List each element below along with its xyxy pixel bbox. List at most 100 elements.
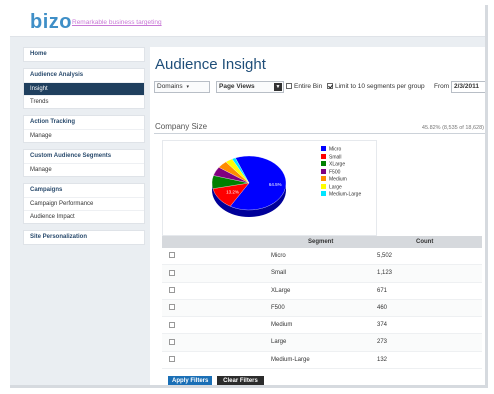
count-cell: 460	[377, 304, 388, 311]
sidebar-nav: Home Audience Analysis Insight Trends Action…	[23, 47, 145, 251]
legend-item: Micro	[321, 146, 361, 154]
sidebar-item-audience-impact[interactable]: Audience Impact	[24, 210, 144, 223]
sidebar-item-custom-audience-segments[interactable]: Custom Audience Segments	[24, 150, 144, 163]
table-row[interactable]: Small 1,123	[162, 265, 482, 283]
table-row[interactable]: Micro 5,502	[162, 248, 482, 266]
pie-chart: 64.5% 13.2%	[211, 155, 287, 217]
legend-swatch	[321, 146, 326, 151]
table-row[interactable]: Medium-Large 132	[162, 352, 482, 370]
sidebar-item-manage[interactable]: Manage	[24, 163, 144, 176]
section-summary: 45.82% (8,535 of 18,628)	[421, 125, 484, 131]
legend-label: Micro	[329, 146, 342, 153]
segment-table: Segment Count Micro 5,502 Small 1,123 XLarge…	[162, 236, 482, 370]
sidebar-item-campaign-performance[interactable]: Campaign Performance	[24, 197, 144, 210]
row-checkbox[interactable]	[169, 248, 175, 265]
legend-label: F500	[329, 169, 341, 175]
section-divider	[154, 133, 485, 134]
sidebar-item-manage[interactable]: Manage	[24, 129, 144, 142]
bizo-logo[interactable]: bizo	[30, 11, 72, 34]
from-date-input[interactable]: 2/3/2011	[451, 81, 485, 93]
sidebar-group: Custom Audience Segments Manage	[23, 149, 145, 177]
sidebar-group: Campaigns Campaign Performance Audience Im…	[23, 183, 145, 224]
legend-item: F500	[321, 168, 361, 177]
legend-item: XLarge	[321, 161, 361, 169]
count-cell: 374	[377, 322, 388, 329]
company-size-chart: 64.5% 13.2% Micro Small XLarge F500 Medium Lar…	[162, 140, 377, 236]
row-checkbox[interactable]	[169, 283, 175, 300]
sidebar-item-campaigns[interactable]: Campaigns	[24, 184, 144, 197]
sidebar-item-action-tracking[interactable]: Action Tracking	[24, 116, 144, 129]
table-body: Micro 5,502 Small 1,123 XLarge 671 F500 460 Medi…	[162, 248, 482, 370]
segment-cell: Micro	[271, 253, 286, 259]
legend-item: Small	[321, 153, 361, 162]
sidebar-group: Action Tracking Manage	[23, 115, 145, 143]
segment-cell: Medium-Large	[271, 356, 310, 363]
limit-segments-label: Limit to 10 segments per group	[335, 83, 425, 90]
count-cell: 132	[377, 356, 388, 363]
count-cell: 1,123	[377, 270, 393, 277]
entire-bin-option[interactable]: Entire Bin	[286, 83, 322, 90]
entire-bin-label: Entire Bin	[294, 83, 323, 90]
page-title: Audience Insight	[155, 56, 266, 73]
legend-swatch	[321, 153, 326, 159]
row-checkbox[interactable]	[169, 352, 175, 369]
segment-cell: F500	[271, 304, 285, 311]
tagline-link[interactable]: Remarkable business targeting	[72, 19, 162, 26]
segment-cell: Large	[271, 339, 287, 346]
segment-cell: XLarge	[271, 287, 291, 294]
count-cell: 5,502	[377, 253, 393, 259]
metric-select[interactable]: Page Views ▼	[216, 81, 284, 93]
table-header: Segment Count	[162, 236, 482, 248]
row-checkbox[interactable]	[169, 334, 175, 351]
legend-item: Medium	[321, 176, 361, 184]
legend-item: Large	[321, 183, 361, 192]
sidebar-item-trends[interactable]: Trends	[24, 95, 144, 108]
table-row[interactable]: Medium 374	[162, 317, 482, 335]
count-cell: 273	[377, 339, 388, 346]
table-row[interactable]: Large 273	[162, 334, 482, 352]
row-checkbox[interactable]	[169, 265, 175, 282]
table-row[interactable]: XLarge 671	[162, 283, 482, 300]
chart-legend: Micro Small XLarge F500 Medium Large Medium-La…	[321, 146, 361, 199]
legend-swatch	[321, 176, 326, 181]
sidebar-item-home[interactable]: Home	[24, 48, 144, 61]
pie-data-label: 13.2%	[226, 190, 239, 195]
limit-segments-checkbox[interactable]	[327, 83, 333, 89]
segment-column-header[interactable]: Segment	[308, 236, 333, 248]
segment-cell: Medium	[271, 322, 293, 329]
sidebar-item-site-personalization[interactable]: Site Personalization	[24, 231, 144, 244]
legend-label: Medium-Large	[329, 191, 362, 198]
legend-swatch	[321, 183, 326, 189]
app-window: bizo Remarkable business targeting Home A…	[10, 5, 488, 388]
apply-filters-button[interactable]: Apply Filters	[168, 376, 212, 385]
legend-swatch	[321, 191, 326, 196]
table-row[interactable]: F500 460	[162, 299, 482, 318]
legend-label: Medium	[329, 176, 347, 183]
section-title: Company Size	[155, 122, 208, 131]
chevron-down-icon: ▾	[186, 84, 189, 90]
from-label: From	[434, 83, 450, 90]
segment-cell: Small	[271, 270, 287, 277]
entire-bin-checkbox[interactable]	[286, 83, 292, 89]
top-bar: bizo Remarkable business targeting	[10, 5, 485, 37]
legend-swatch	[321, 161, 326, 166]
row-checkbox[interactable]	[169, 300, 175, 317]
sidebar-item-insight[interactable]: Insight	[24, 82, 144, 95]
legend-label: Small	[329, 154, 342, 160]
count-cell: 671	[377, 287, 388, 294]
row-checkbox[interactable]	[169, 317, 175, 334]
limit-segments-option[interactable]: Limit to 10 segments per group	[327, 83, 425, 90]
legend-label: Large	[329, 184, 342, 190]
clear-filters-button[interactable]: Clear Filters	[217, 376, 264, 385]
pie-data-label: 64.5%	[269, 182, 282, 187]
sidebar-item-audience-analysis[interactable]: Audience Analysis	[24, 69, 144, 82]
domains-dropdown-label: Domains	[157, 83, 183, 90]
count-column-header[interactable]: Count	[416, 236, 433, 248]
legend-item: Medium-Large	[321, 191, 361, 199]
sidebar-group: Audience Analysis Insight Trends	[23, 68, 145, 109]
domains-dropdown[interactable]: Domains ▾	[154, 81, 210, 93]
sidebar-group: Site Personalization	[23, 230, 145, 245]
filter-toolbar: Domains ▾ Page Views ▼ Entire Bin Limit …	[154, 81, 485, 95]
metric-select-value: Page Views	[219, 83, 255, 90]
chevron-down-icon: ▼	[274, 83, 282, 91]
